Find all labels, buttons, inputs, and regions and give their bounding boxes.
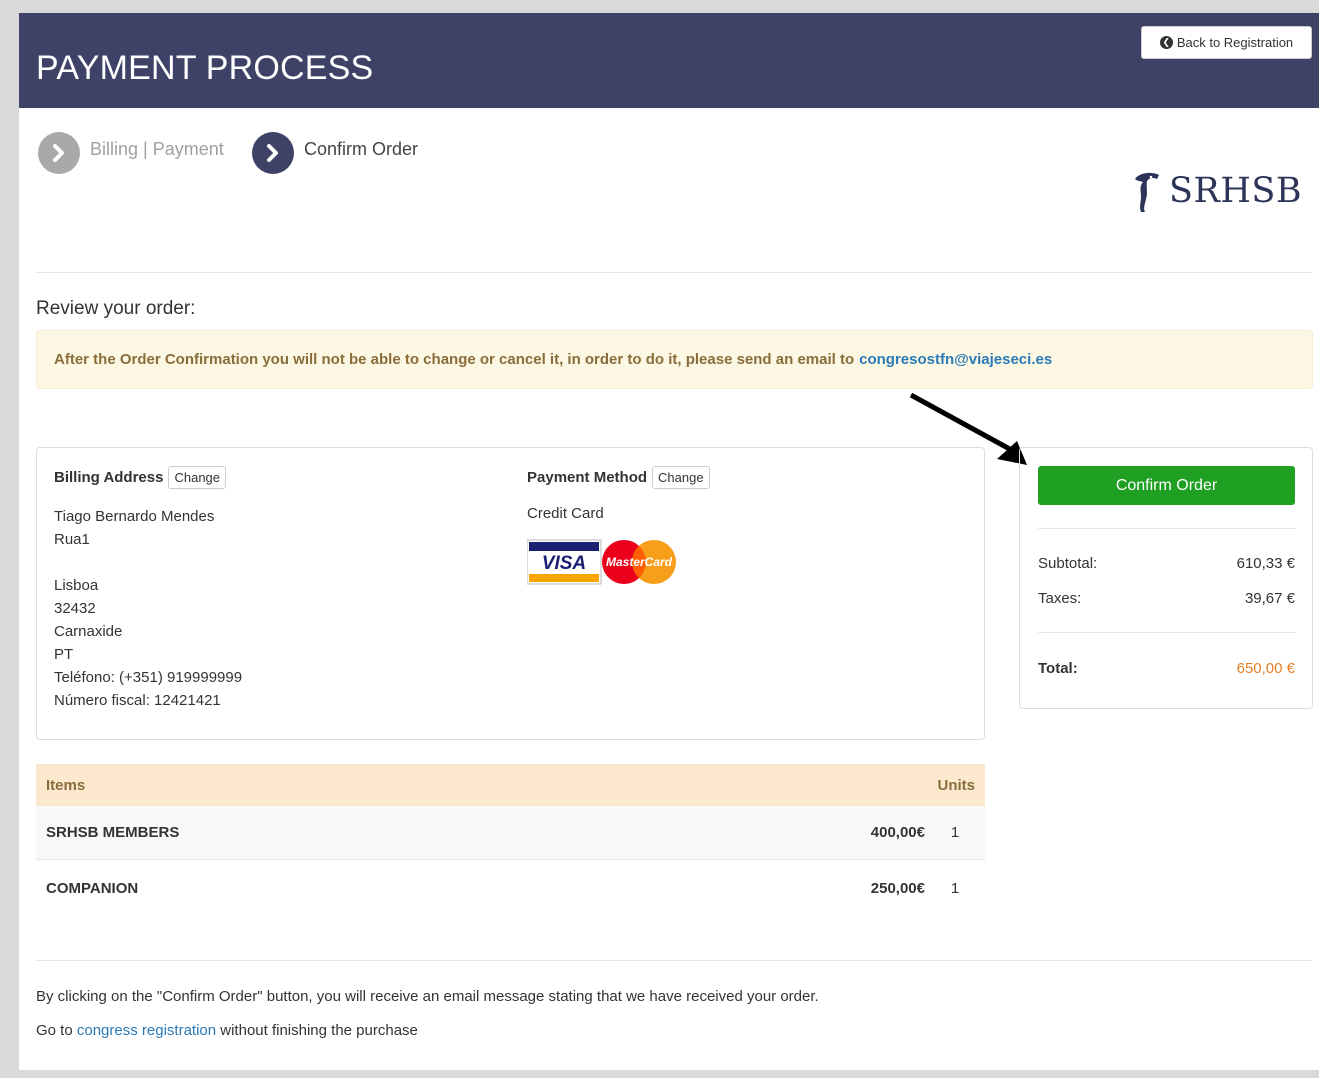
- visa-logo-text: VISA: [542, 553, 586, 574]
- credit-card-logos: VISA MasterCard: [527, 539, 676, 585]
- taxes-label: Taxes:: [1038, 590, 1082, 607]
- address-line: Lisboa: [54, 577, 99, 594]
- page-header: PAYMENT PROCESS ❮ Back to Registration: [19, 13, 1319, 108]
- confirm-order-button[interactable]: Confirm Order: [1038, 466, 1295, 505]
- item-units: 1: [950, 879, 960, 897]
- address-line: Tiago Bernardo Mendes: [54, 508, 215, 525]
- step-chevron-icon: [38, 132, 80, 174]
- table-row: SRHSB MEMBERS 400,00€ 1: [36, 806, 985, 860]
- back-to-registration-button[interactable]: ❮ Back to Registration: [1141, 26, 1312, 59]
- payment-method-title: Payment Method: [527, 469, 648, 486]
- order-summary-panel: Confirm Order Subtotal: 610,33 € Taxes: …: [1019, 447, 1313, 709]
- congress-registration-link[interactable]: congress registration: [77, 1022, 216, 1039]
- support-email-link[interactable]: congresostfn@viajeseci.es: [859, 351, 1052, 368]
- srhsb-logo: SRHSB: [1129, 169, 1302, 213]
- address-line: 32432: [54, 600, 96, 617]
- payment-method-heading: Payment Method Change: [527, 466, 710, 489]
- warning-text: After the Order Confirmation you will no…: [54, 351, 855, 368]
- item-name: COMPANION: [46, 879, 139, 897]
- subtotal-value: 610,33 €: [1236, 555, 1295, 572]
- review-order-title: Review your order:: [36, 298, 196, 319]
- item-price: 400,00€: [870, 824, 925, 841]
- chevron-left-circle-icon: ❮: [1159, 36, 1173, 49]
- seahorse-logo-icon: [1135, 172, 1159, 212]
- goto-registration-line: Go to congress registration without fini…: [36, 1022, 418, 1039]
- step-confirm-order: Confirm Order: [252, 132, 418, 174]
- address-line: PT: [54, 646, 74, 663]
- taxes-value: 39,67 €: [1244, 590, 1295, 607]
- total-row: Total: 650,00 €: [1038, 660, 1295, 677]
- address-line: Teléfono: (+351) 919999999: [54, 669, 243, 686]
- payment-method-value: Credit Card: [527, 505, 604, 522]
- change-payment-button[interactable]: Change: [652, 466, 710, 489]
- goto-prefix: Go to: [36, 1022, 73, 1039]
- mastercard-logo-text: MasterCard: [606, 555, 673, 569]
- address-line: Carnaxide: [54, 623, 123, 640]
- back-to-registration-label: Back to Registration: [1176, 35, 1294, 50]
- billing-address-title: Billing Address: [54, 469, 164, 486]
- divider: [36, 960, 1312, 961]
- mastercard-icon: MasterCard: [602, 540, 676, 584]
- divider: [1038, 528, 1295, 529]
- divider: [1038, 632, 1295, 633]
- item-units: 1: [950, 824, 960, 841]
- total-value: 650,00 €: [1236, 660, 1295, 677]
- billing-payment-box: Billing Address Change Tiago Bernardo Me…: [36, 447, 985, 740]
- divider: [36, 272, 1312, 273]
- items-column-header: Items: [46, 776, 86, 794]
- address-line: [54, 551, 242, 574]
- logo-text: SRHSB: [1169, 171, 1303, 211]
- address-line: Número fiscal: 12421421: [54, 692, 221, 709]
- step-chevron-icon: [252, 132, 294, 174]
- step-label: Confirm Order: [304, 138, 419, 159]
- step-billing-payment[interactable]: Billing | Payment: [38, 132, 224, 174]
- total-label: Total:: [1038, 660, 1078, 677]
- units-column-header: Units: [937, 776, 976, 794]
- subtotal-row: Subtotal: 610,33 €: [1038, 555, 1295, 572]
- items-table-header: Items Units: [36, 764, 985, 806]
- subtotal-label: Subtotal:: [1038, 555, 1098, 572]
- billing-address: Tiago Bernardo Mendes Rua1 Lisboa 32432 …: [54, 505, 242, 712]
- order-warning-alert: After the Order Confirmation you will no…: [36, 330, 1313, 389]
- table-row: COMPANION 250,00€ 1: [36, 861, 985, 915]
- page-title: PAYMENT PROCESS: [36, 49, 374, 87]
- taxes-row: Taxes: 39,67 €: [1038, 590, 1295, 607]
- billing-address-heading: Billing Address Change: [54, 466, 227, 489]
- browser-frame: PAYMENT PROCESS ❮ Back to Registration B…: [0, 0, 1319, 1078]
- payment-page: PAYMENT PROCESS ❮ Back to Registration B…: [19, 13, 1319, 1070]
- goto-suffix: without finishing the purchase: [220, 1022, 418, 1039]
- step-label: Billing | Payment: [90, 138, 224, 159]
- change-billing-button[interactable]: Change: [168, 466, 227, 489]
- item-name: SRHSB MEMBERS: [46, 824, 180, 841]
- address-line: Rua1: [54, 531, 90, 548]
- item-price: 250,00€: [870, 879, 925, 897]
- confirm-notice: By clicking on the "Confirm Order" butto…: [36, 988, 819, 1005]
- visa-card-icon: VISA: [527, 539, 602, 585]
